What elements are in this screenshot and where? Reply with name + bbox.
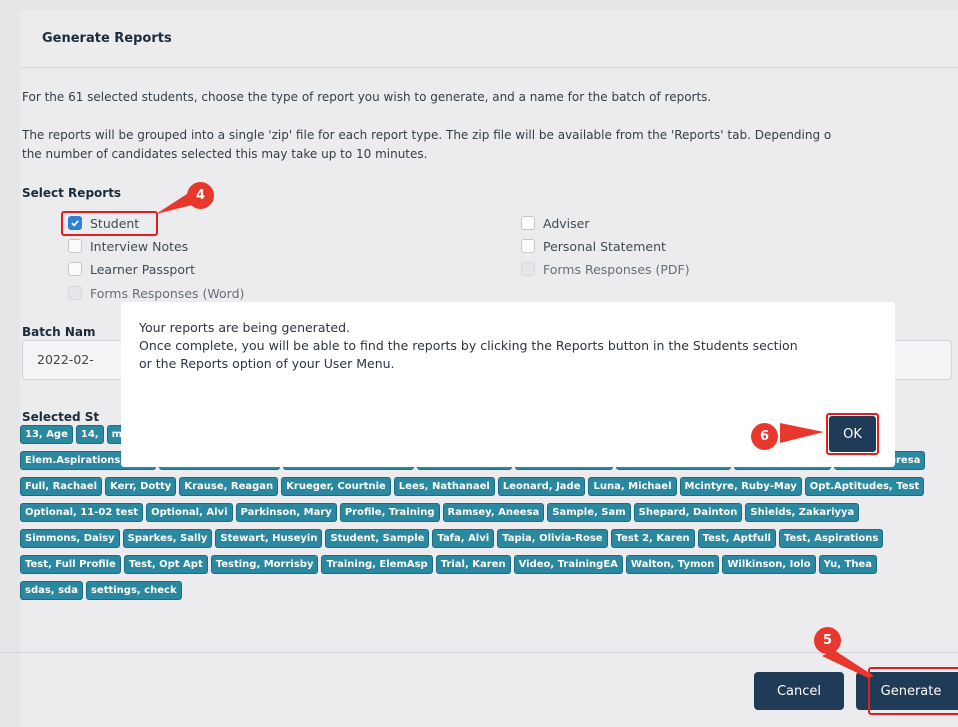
dialog-line-2: Once complete, you will be able to find … <box>139 338 798 353</box>
dialog-line-1: Your reports are being generated. <box>139 320 350 335</box>
callout-arrow-6 <box>780 423 824 443</box>
dialog-message: Your reports are being generated. Once c… <box>139 319 798 373</box>
dialog-line-3: or the Reports option of your User Menu. <box>139 356 395 371</box>
ok-button[interactable]: OK <box>829 416 876 452</box>
callout-badge-6: 6 <box>751 423 778 450</box>
